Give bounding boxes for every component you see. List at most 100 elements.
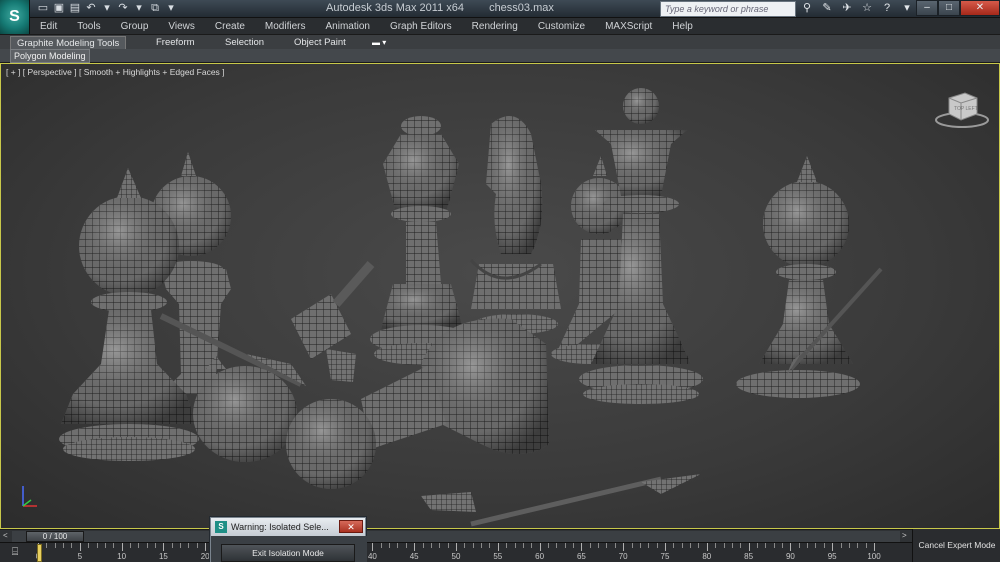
qat-dropdown-icon[interactable]: ▾: [164, 1, 178, 15]
time-slider: < 0 / 100 >: [0, 529, 912, 542]
panel-polygon-modeling[interactable]: Polygon Modeling: [10, 49, 90, 63]
window-title: Autodesk 3ds Max 2011 x64 chess03.max: [326, 2, 576, 14]
ruler-label: 80: [702, 552, 712, 561]
isolation-dialog-title: Warning: Isolated Sele...: [231, 522, 329, 532]
ruler-tick: [497, 543, 499, 551]
ribbon-minimize-icon[interactable]: ▬ ▾: [372, 38, 394, 47]
ruler-tick: [205, 543, 207, 551]
menu-help[interactable]: Help: [662, 21, 703, 32]
ruler-tick: [840, 543, 842, 548]
ruler-tick: [405, 543, 407, 548]
ruler-tick: [54, 543, 56, 548]
binoculars-icon[interactable]: ⚲: [800, 1, 814, 16]
help-icon[interactable]: ?: [880, 1, 894, 16]
open-mini-curve-editor-icon[interactable]: ⌸: [2, 546, 28, 560]
ruler-label: 40: [367, 552, 377, 561]
spear-floor: [470, 476, 662, 527]
ruler-tick: [422, 543, 424, 548]
perspective-viewport[interactable]: [ + ] [ Perspective ] [ Smooth + Highlig…: [0, 63, 1000, 529]
exit-isolation-mode-button[interactable]: Exit Isolation Mode: [221, 544, 355, 562]
ruler-tick: [506, 543, 508, 548]
menu-tools[interactable]: Tools: [67, 21, 110, 32]
redo-icon[interactable]: ↷: [116, 1, 130, 15]
undo-icon[interactable]: ↶: [84, 1, 98, 15]
ruler-tick: [389, 543, 391, 548]
menu-create[interactable]: Create: [205, 21, 255, 32]
hammer: [291, 261, 375, 382]
file-name: chess03.max: [489, 2, 554, 14]
ruler-tick: [848, 543, 850, 548]
app-small-icon: S: [215, 521, 227, 533]
close-button[interactable]: ✕: [960, 0, 1000, 16]
save-icon[interactable]: ▤: [68, 1, 82, 15]
ribbon-tabs: Graphite Modeling Tools Freeform Selecti…: [0, 34, 1000, 50]
tab-selection[interactable]: Selection: [219, 36, 270, 50]
ruler-tick: [782, 543, 784, 548]
ruler-tick: [865, 543, 867, 548]
max-window: ▭ ▣ ▤ ↶ ▾ ↷ ▾ ⧉ ▾ Autodesk 3ds Max 2011 x64 ches…: [0, 0, 1000, 562]
ruler-tick: [372, 543, 374, 551]
menu-graph-editors[interactable]: Graph Editors: [380, 21, 462, 32]
spear-floor-head: [641, 474, 701, 494]
subscription-icon[interactable]: ✎: [820, 1, 834, 16]
project-folder-icon[interactable]: ⧉: [148, 1, 162, 15]
menu-modifiers[interactable]: Modifiers: [255, 21, 316, 32]
tab-object-paint[interactable]: Object Paint: [288, 36, 352, 50]
menu-animation[interactable]: Animation: [315, 21, 379, 32]
ruler-label: 5: [77, 552, 83, 561]
window-controls: – □ ✕: [916, 0, 1000, 16]
expert-mode-panel: Cancel Expert Mode: [912, 529, 1000, 562]
cancel-expert-mode-button[interactable]: Cancel Expert Mode: [913, 537, 1000, 553]
ruler-label: 90: [785, 552, 795, 561]
menu-rendering[interactable]: Rendering: [462, 21, 528, 32]
isolation-dialog: S Warning: Isolated Sele... ✕ Exit Isola…: [210, 517, 367, 562]
ruler-tick: [874, 543, 875, 551]
menu-edit[interactable]: Edit: [30, 21, 67, 32]
ruler-tick: [188, 543, 190, 548]
maximize-button[interactable]: □: [938, 0, 960, 16]
tab-graphite-modeling-tools[interactable]: Graphite Modeling Tools: [10, 36, 127, 50]
ruler-tick: [807, 543, 809, 548]
ruler-tick: [639, 543, 641, 548]
menu-views[interactable]: Views: [158, 21, 205, 32]
ruler-tick: [129, 543, 131, 548]
open-icon[interactable]: ▣: [52, 1, 66, 15]
new-icon[interactable]: ▭: [36, 1, 50, 15]
ruler-tick: [96, 543, 98, 548]
ruler-tick: [104, 543, 106, 548]
menu-group[interactable]: Group: [111, 21, 159, 32]
application-button[interactable]: S: [0, 0, 30, 34]
communication-icon[interactable]: ✈: [840, 1, 854, 16]
frame-ruler[interactable]: 0510152025303540455055606570758085909510…: [36, 543, 912, 562]
ruler-tick: [589, 543, 591, 548]
ruler-label: 100: [867, 552, 881, 561]
time-prev-icon[interactable]: <: [3, 531, 8, 540]
ruler-label: 20: [200, 552, 210, 561]
isolation-dialog-close-button[interactable]: ✕: [339, 520, 363, 533]
time-slider-track[interactable]: 0 / 100: [12, 531, 900, 542]
time-slider-thumb[interactable]: 0 / 100: [26, 531, 84, 542]
ruler-tick: [665, 543, 666, 551]
viewcube-icon[interactable]: TOP LEFT: [935, 90, 989, 130]
menu-customize[interactable]: Customize: [528, 21, 595, 32]
current-frame-marker[interactable]: [37, 544, 42, 562]
tab-freeform[interactable]: Freeform: [150, 36, 201, 50]
search-input[interactable]: Type a keyword or phrase: [660, 1, 796, 17]
ruler-tick: [447, 543, 449, 548]
ruler-tick: [715, 543, 717, 548]
minimize-button[interactable]: –: [916, 0, 938, 16]
redo-dropdown-icon[interactable]: ▾: [132, 1, 146, 15]
menu-maxscript[interactable]: MAXScript: [595, 21, 662, 32]
favorites-icon[interactable]: ☆: [860, 1, 874, 16]
ruler-tick: [439, 543, 441, 548]
ruler-label: 50: [451, 552, 461, 561]
time-next-icon[interactable]: >: [902, 531, 907, 540]
ruler-tick: [171, 543, 173, 548]
ruler-tick: [196, 543, 198, 548]
help-dropdown-icon[interactable]: ▾: [900, 1, 914, 16]
ruler-tick: [121, 543, 123, 551]
ruler-tick: [614, 543, 616, 548]
undo-dropdown-icon[interactable]: ▾: [100, 1, 114, 15]
ruler-tick: [464, 543, 466, 548]
ruler-tick: [832, 543, 834, 551]
